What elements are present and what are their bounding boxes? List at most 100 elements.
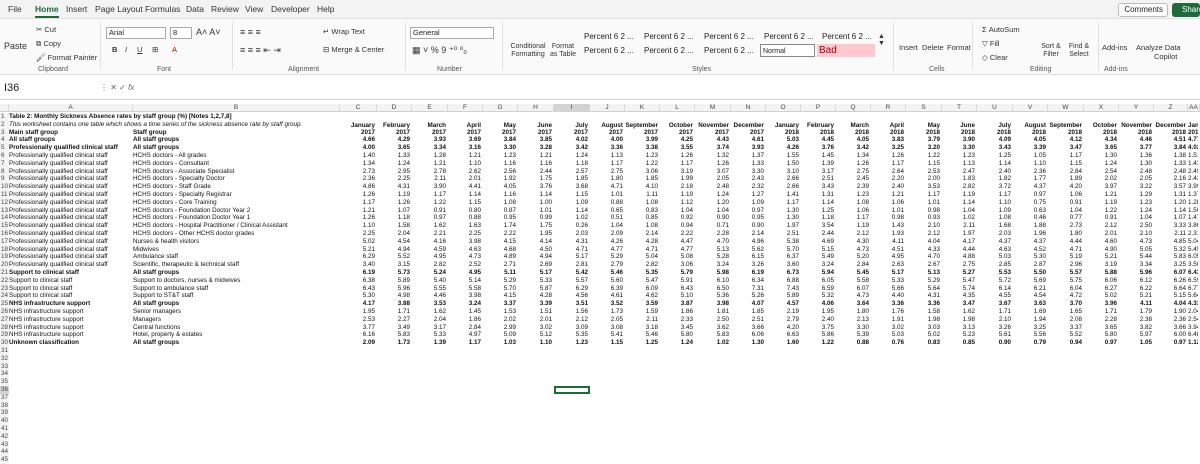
cell[interactable]: 2.09 xyxy=(340,339,375,347)
cell[interactable]: 1.20 xyxy=(1154,199,1186,207)
cell[interactable]: 1.30 xyxy=(766,214,799,222)
row-number[interactable]: 34 xyxy=(0,370,9,379)
row-number[interactable]: 13 xyxy=(0,206,9,215)
cell[interactable]: 4.31 xyxy=(906,292,940,300)
cell[interactable]: 3.37 xyxy=(1048,324,1082,332)
cell[interactable]: 2.36 xyxy=(1013,168,1046,176)
cell[interactable]: 2.19 xyxy=(766,308,799,316)
styles-scroll-icon[interactable]: ▲ ▼ xyxy=(878,33,885,47)
row-number[interactable]: 36 xyxy=(0,386,9,394)
cell[interactable]: 1.23 xyxy=(1119,199,1152,207)
style-normal[interactable]: Normal xyxy=(760,44,815,57)
cell[interactable]: 5.15 xyxy=(1154,292,1186,300)
cell[interactable]: 3.30 xyxy=(942,144,975,152)
cell[interactable]: 2.32 xyxy=(731,183,764,191)
cell[interactable]: 2017 xyxy=(625,129,658,137)
cell[interactable]: 1.91 xyxy=(871,316,904,324)
cell[interactable]: 2017 xyxy=(412,129,446,137)
cell[interactable]: 1.01 xyxy=(518,207,552,215)
cell[interactable]: 2018 xyxy=(871,129,904,137)
accounting-format-icon[interactable]: ▦ ˅ % 9 ⁺⁰ ⁰₀ xyxy=(412,45,467,56)
cell[interactable]: 6.43 xyxy=(660,285,693,293)
cell[interactable]: 0.98 xyxy=(871,214,904,222)
cell[interactable]: 1.62 xyxy=(412,222,446,230)
cell[interactable]: 1.11 xyxy=(625,191,658,199)
cell[interactable]: 4.29 xyxy=(377,136,410,144)
cell[interactable]: 6.04 xyxy=(1048,285,1082,293)
cell[interactable]: 5.29 xyxy=(906,277,940,285)
cell[interactable]: 2.85 xyxy=(977,261,1011,269)
cell[interactable]: 1.18 xyxy=(554,160,588,168)
cell[interactable]: Midwives xyxy=(133,246,338,254)
column-header[interactable]: J xyxy=(590,104,625,112)
cell[interactable]: 1.73 xyxy=(590,308,623,316)
cell[interactable]: 2.51 xyxy=(731,316,764,324)
cell[interactable]: 6.38 xyxy=(340,277,375,285)
insert-cells-button[interactable]: Insert xyxy=(899,43,918,52)
cell[interactable]: 2.01 xyxy=(448,175,481,183)
cell[interactable]: 3.53 xyxy=(412,300,446,308)
cell[interactable]: 3.34 xyxy=(1119,261,1152,269)
style-cell-8[interactable]: Percent 6 2 ... xyxy=(702,44,760,57)
cell[interactable]: 5.58 xyxy=(836,277,869,285)
cell[interactable]: 2.02 xyxy=(483,316,516,324)
fill-button[interactable]: ▽ Fill xyxy=(982,39,999,48)
cell[interactable]: 4.33 xyxy=(906,246,940,254)
cell[interactable]: 3.90 xyxy=(412,183,446,191)
cell[interactable]: 3.84 xyxy=(483,136,516,144)
cell[interactable]: 5.72 xyxy=(977,277,1011,285)
tab-formulas[interactable]: Formulas xyxy=(145,4,180,14)
cell[interactable]: 4.63 xyxy=(448,246,481,254)
cell[interactable]: 5.13 xyxy=(906,269,940,277)
cell[interactable]: 0.83 xyxy=(625,207,658,215)
style-cell-2[interactable]: Percent 6 2 ... xyxy=(642,30,700,43)
cell[interactable]: 2.12 xyxy=(836,230,869,238)
cell[interactable]: 1.17 xyxy=(766,199,799,207)
cell[interactable]: 2.99 xyxy=(483,324,516,332)
cell[interactable]: 3.13 xyxy=(942,324,975,332)
cell[interactable]: 3.90 xyxy=(942,136,975,144)
cell[interactable]: 4.28 xyxy=(518,292,552,300)
cell[interactable]: 6.16 xyxy=(340,331,375,339)
format-painter-button[interactable]: 🖌 Format Painter xyxy=(36,53,97,62)
cell[interactable]: 3.20 xyxy=(906,144,940,152)
column-header[interactable]: AA xyxy=(1188,104,1200,112)
cell[interactable]: All staff groups xyxy=(133,339,338,347)
cell[interactable]: Professionally qualified clinical staff xyxy=(9,183,131,191)
cell[interactable]: 2.31 xyxy=(1188,230,1198,238)
cell[interactable]: 2.09 xyxy=(590,230,623,238)
cell[interactable]: 5.15 xyxy=(801,246,834,254)
cell[interactable]: 1.17 xyxy=(590,160,623,168)
cell[interactable]: 6.63 xyxy=(766,331,799,339)
cell[interactable]: 4.85 xyxy=(1154,238,1186,246)
cell[interactable]: 1.98 xyxy=(906,316,940,324)
cell[interactable]: 5.89 xyxy=(377,277,410,285)
autosum-button[interactable]: Σ AutoSum xyxy=(982,25,1020,34)
cell[interactable]: 0.88 xyxy=(590,199,623,207)
cell[interactable]: 5.53 xyxy=(977,269,1011,277)
cell[interactable]: 5.45 xyxy=(1188,246,1198,254)
cell[interactable]: 6.26 xyxy=(1154,277,1186,285)
cell[interactable]: 4.68 xyxy=(483,246,516,254)
cell[interactable]: 1.76 xyxy=(871,308,904,316)
cell[interactable]: 1.85 xyxy=(625,175,658,183)
cell[interactable]: 1.60 xyxy=(766,339,799,347)
cell[interactable]: 5.79 xyxy=(660,269,693,277)
cell[interactable]: 1.04 xyxy=(1048,207,1082,215)
cell[interactable]: 1.05 xyxy=(1013,152,1046,160)
cell[interactable]: 0.92 xyxy=(660,214,693,222)
cell[interactable]: 1.06 xyxy=(871,199,904,207)
cell[interactable]: 1.04 xyxy=(942,207,975,215)
cell[interactable]: 2.79 xyxy=(590,261,623,269)
cell[interactable]: 1.56 xyxy=(554,308,588,316)
cell[interactable]: 3.09 xyxy=(554,324,588,332)
cell[interactable]: 1.26 xyxy=(377,199,410,207)
cell[interactable]: 5.69 xyxy=(1013,277,1046,285)
cell[interactable]: 1.22 xyxy=(625,160,658,168)
cell[interactable]: 2.44 xyxy=(801,230,834,238)
cell[interactable]: 5.86 xyxy=(801,331,834,339)
cell[interactable]: 1.01 xyxy=(590,191,623,199)
cell[interactable]: 2.00 xyxy=(906,175,940,183)
row-number[interactable]: 6 xyxy=(0,152,9,160)
addins-button[interactable]: Add-ins xyxy=(1102,43,1127,52)
